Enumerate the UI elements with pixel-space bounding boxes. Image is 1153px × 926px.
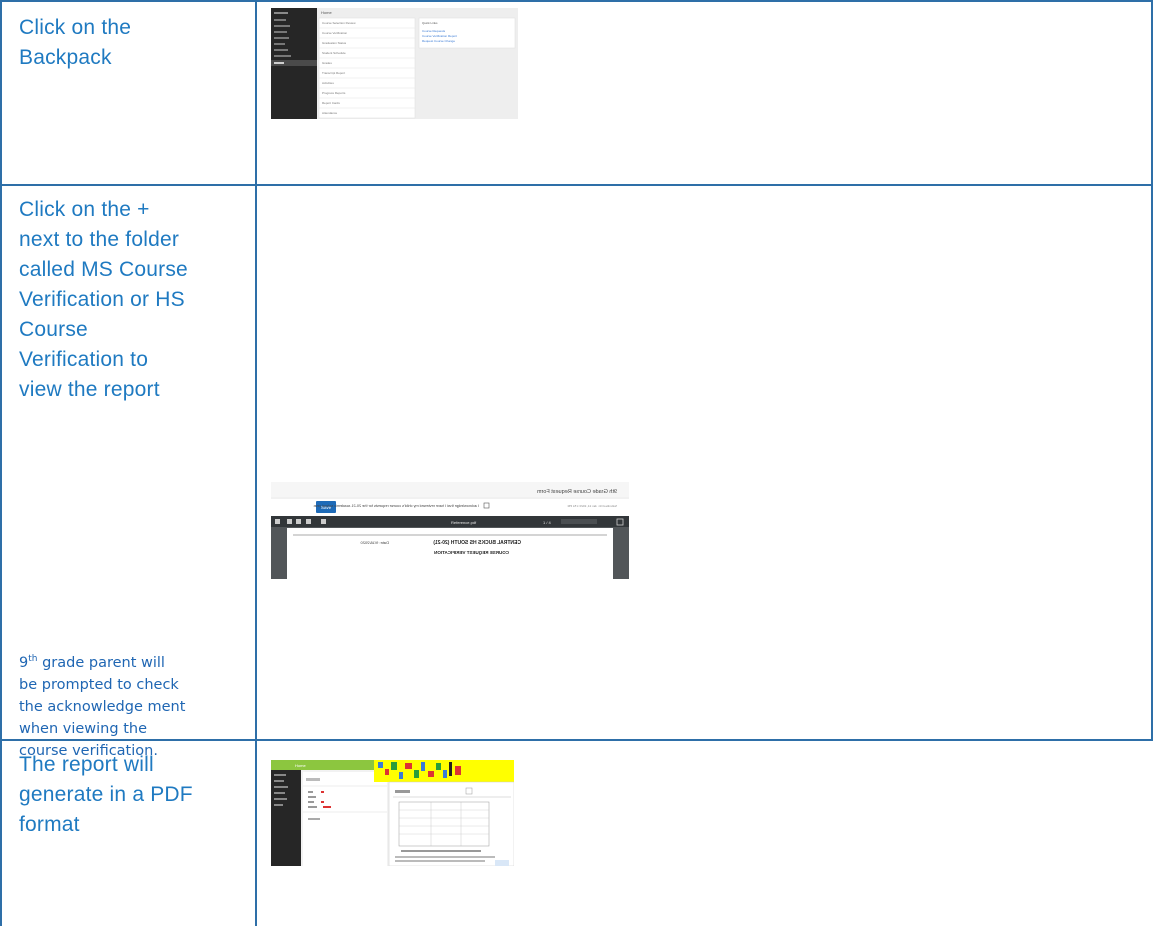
step-line: view the report	[19, 378, 160, 401]
step-line: Click on the	[19, 16, 132, 39]
side-link: Request Course Change	[422, 39, 455, 43]
menu-item: Attendance	[322, 111, 338, 115]
note-line: 9th grade parent will	[19, 652, 249, 674]
menu-item: Progress Reports	[322, 91, 346, 95]
menu-item: Report Cards	[322, 101, 340, 105]
mirrored-date: Submitted On: Jan 14, 2020 1:51 PM	[567, 504, 617, 508]
side-link: Course Requests	[422, 29, 446, 33]
header-label: Home	[321, 10, 332, 15]
step-line: Click on the +	[19, 198, 150, 221]
menu-item: Graduation Status	[322, 41, 347, 45]
menu-list: Course Selection Review Course Verificat…	[318, 17, 416, 119]
pdf-report-screenshot: Home	[271, 760, 514, 866]
step-line: The report will	[19, 753, 154, 776]
table-left-border	[0, 0, 2, 926]
step-line: next to the folder	[19, 228, 180, 251]
step-3-text: The report will generate in a PDF format	[19, 750, 193, 840]
note-line-text: grade parent will	[37, 655, 165, 671]
column-divider	[255, 0, 257, 926]
menu-item: Course Selection Review	[322, 21, 356, 25]
step-line: format	[19, 813, 80, 836]
menu-item: Grades	[322, 61, 332, 65]
step-line: generate in a PDF	[19, 783, 193, 806]
step-2-text: Click on the + next to the folder called…	[19, 195, 188, 405]
mirrored-doc-date: Date: 9/18/2020	[360, 540, 389, 545]
step-1-text: Click on the Backpack	[19, 13, 131, 73]
green-header	[271, 760, 389, 770]
mirrored-doc-subtitle: COURSE REQUEST VERIFICATION	[434, 550, 509, 555]
note-line: when viewing the	[19, 721, 147, 737]
step-line: Course	[19, 318, 88, 341]
step-line: Verification or HS	[19, 288, 185, 311]
step-line: Backpack	[19, 46, 112, 69]
step-line: called MS Course	[19, 258, 188, 281]
pdf-name: Reference.pdf	[451, 520, 477, 525]
table-top-border	[0, 0, 1153, 2]
side-title: Quick Links	[422, 21, 438, 25]
mirrored-doc-title: CENTRAL BUCKS HS SOUTH (20-21)	[433, 540, 521, 546]
note-line: be prompted to check	[19, 677, 179, 693]
step-line: Verification to	[19, 348, 149, 371]
row-divider-1	[0, 184, 1153, 186]
menu-item: Activities	[322, 81, 334, 85]
menu-item: Transcript Report	[322, 71, 345, 75]
header-label: Home	[295, 763, 306, 768]
menu-item: Course Verification	[322, 31, 348, 35]
backpack-screenshot: Home Course Selection Review Course Veri…	[271, 8, 518, 119]
note-grade-number: 9	[19, 655, 29, 671]
ninth-grade-note: 9th grade parent will be prompted to che…	[19, 652, 249, 762]
page-counter: 1 / 4	[543, 520, 552, 525]
menu-item: Student Schedule	[322, 51, 346, 55]
mirrored-ack: I acknowledge that I have reviewed my ch…	[313, 504, 479, 508]
sidebar	[271, 770, 301, 866]
note-line: the acknowledge ment	[19, 699, 186, 715]
quick-links-panel: Quick Links Course Requests Course Verif…	[418, 17, 516, 49]
course-verification-screenshot: 9th Grade Course Request Form Save I ack…	[271, 482, 629, 579]
mirrored-title: 9th Grade Course Request Form	[536, 489, 617, 495]
side-link: Course Verification Report	[422, 34, 457, 38]
